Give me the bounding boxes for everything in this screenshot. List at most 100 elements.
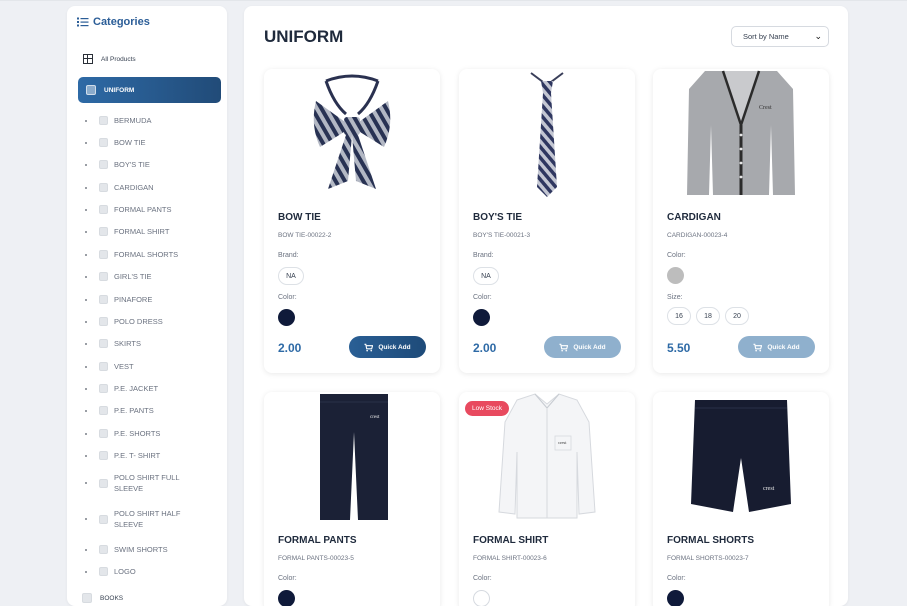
subcategory-checkbox[interactable] (99, 406, 108, 415)
subcategory-checkbox[interactable] (99, 514, 108, 524)
subcategory-label: FORMAL SHIRT (114, 227, 170, 236)
bullet (85, 208, 87, 211)
categories-heading: Categories (77, 16, 150, 28)
product-image[interactable]: Crest (653, 69, 829, 201)
subcategory-label: PINAFORE (114, 295, 153, 304)
product-card[interactable]: Crest CARDIGAN CARDIGAN-00023-4 Color: S… (653, 69, 829, 373)
product-price: 2.00 (473, 341, 497, 355)
subcategory-item[interactable]: P.E. T- SHIRT (85, 450, 160, 461)
product-name: FORMAL SHIRT (473, 535, 549, 546)
subcategory-checkbox[interactable] (99, 317, 108, 326)
product-panel: UNIFORM Sort by Name ⌄ BOW TIE BOW TIE-0… (244, 6, 848, 606)
color-swatch-navy[interactable] (278, 590, 295, 606)
product-price: 2.00 (278, 341, 302, 355)
category-books[interactable]: BOOKS (82, 593, 123, 603)
color-swatch-navy[interactable] (473, 309, 490, 326)
subcategory-item[interactable]: PINAFORE (85, 294, 152, 305)
category-checkbox[interactable] (86, 85, 96, 95)
chevron-down-icon: ⌄ (814, 31, 822, 41)
subcategory-checkbox[interactable] (99, 384, 108, 393)
subcategory-checkbox[interactable] (99, 451, 108, 460)
product-image[interactable] (459, 69, 635, 201)
sort-select[interactable]: Sort by Name ⌄ (731, 26, 829, 47)
bullet (85, 409, 87, 412)
subcategory-checkbox[interactable] (99, 250, 108, 259)
subcategory-checkbox[interactable] (99, 116, 108, 125)
subcategory-item[interactable]: BOY'S TIE (85, 159, 150, 170)
size-option[interactable]: 18 (696, 307, 720, 325)
product-card[interactable]: crest FORMAL SHORTS FORMAL SHORTS-00023-… (653, 392, 829, 606)
subcategory-label: P.E. JACKET (114, 384, 159, 393)
subcategory-item[interactable]: FORMAL SHORTS (85, 249, 178, 260)
subcategory-item[interactable]: VEST (85, 361, 134, 372)
color-swatch-navy[interactable] (667, 590, 684, 606)
product-image[interactable]: crest (264, 392, 440, 524)
subcategory-checkbox[interactable] (99, 205, 108, 214)
subcategory-checkbox[interactable] (99, 160, 108, 169)
all-products-link[interactable]: All Products (83, 54, 136, 64)
sort-value: Sort by Name (743, 32, 789, 41)
quick-add-button[interactable]: Quick Add (349, 336, 426, 358)
color-swatch-navy[interactable] (278, 309, 295, 326)
subcategory-item[interactable]: SWIM SHORTS (85, 544, 168, 555)
brand-option[interactable]: NA (278, 267, 304, 285)
bow-tie-image (313, 74, 391, 189)
low-stock-badge: Low Stock (465, 401, 509, 416)
subcategory-item[interactable]: LOGO (85, 566, 136, 577)
subcategory-checkbox[interactable] (99, 362, 108, 371)
subcategory-item[interactable]: CARDIGAN (85, 182, 154, 193)
subcategory-item[interactable]: BERMUDA (85, 115, 152, 126)
size-option[interactable]: 16 (667, 307, 691, 325)
quick-add-label: Quick Add (573, 343, 606, 351)
subcategory-item[interactable]: P.E. SHORTS (85, 428, 160, 439)
svg-text:Crest: Crest (759, 105, 772, 111)
subcategory-checkbox[interactable] (99, 138, 108, 147)
bullet (85, 365, 87, 368)
subcategory-checkbox[interactable] (99, 545, 108, 554)
product-card[interactable]: crest Low Stock FORMAL SHIRT FORMAL SHIR… (459, 392, 635, 606)
subcategory-checkbox[interactable] (99, 272, 108, 281)
color-swatch-white[interactable] (473, 590, 490, 606)
color-label: Color: (473, 575, 492, 582)
category-uniform[interactable]: UNIFORM (78, 77, 221, 103)
subcategory-item[interactable]: FORMAL SHIRT (85, 226, 169, 237)
subcategory-checkbox[interactable] (99, 183, 108, 192)
subcategory-checkbox[interactable] (99, 227, 108, 236)
subcategory-item[interactable]: SKIRTS (85, 338, 141, 349)
product-card[interactable]: crest FORMAL PANTS FORMAL PANTS-00023-5 … (264, 392, 440, 606)
shorts-image: crest (691, 400, 791, 512)
subcategory-item[interactable]: POLO SHIRT HALF SLEEVE (85, 508, 188, 530)
subcategory-label: P.E. T- SHIRT (114, 451, 161, 460)
pants-image: crest (320, 394, 388, 520)
subcategory-checkbox[interactable] (99, 429, 108, 438)
brand-option[interactable]: NA (473, 267, 499, 285)
subcategory-checkbox[interactable] (99, 478, 108, 488)
product-image[interactable] (264, 69, 440, 201)
bullet (85, 253, 87, 256)
category-checkbox[interactable] (82, 593, 92, 603)
subcategory-item[interactable]: P.E. JACKET (85, 383, 158, 394)
subcategory-item[interactable]: GIRL'S TIE (85, 271, 152, 282)
subcategory-item[interactable]: FORMAL PANTS (85, 204, 172, 215)
bullet (85, 141, 87, 144)
color-swatch-grey[interactable] (667, 267, 684, 284)
subcategory-item[interactable]: BOW TIE (85, 137, 146, 148)
category-uniform-label: UNIFORM (104, 86, 135, 94)
color-label: Color: (278, 294, 297, 301)
bullet (85, 342, 87, 345)
bullet (85, 119, 87, 122)
size-option[interactable]: 20 (725, 307, 749, 325)
svg-text:crest: crest (558, 440, 567, 445)
product-card[interactable]: BOW TIE BOW TIE-00022-2 Brand: NA Color:… (264, 69, 440, 373)
product-card[interactable]: BOY'S TIE BOY'S TIE-00021-3 Brand: NA Co… (459, 69, 635, 373)
quick-add-button[interactable]: Quick Add (544, 336, 621, 358)
categories-title: Categories (93, 16, 150, 28)
subcategory-item[interactable]: POLO SHIRT FULL SLEEVE (85, 472, 188, 494)
subcategory-checkbox[interactable] (99, 339, 108, 348)
quick-add-button[interactable]: Quick Add (738, 336, 815, 358)
subcategory-checkbox[interactable] (99, 295, 108, 304)
subcategory-item[interactable]: POLO DRESS (85, 316, 163, 327)
subcategory-item[interactable]: P.E. PANTS (85, 405, 154, 416)
product-image[interactable]: crest (653, 392, 829, 524)
subcategory-checkbox[interactable] (99, 567, 108, 576)
